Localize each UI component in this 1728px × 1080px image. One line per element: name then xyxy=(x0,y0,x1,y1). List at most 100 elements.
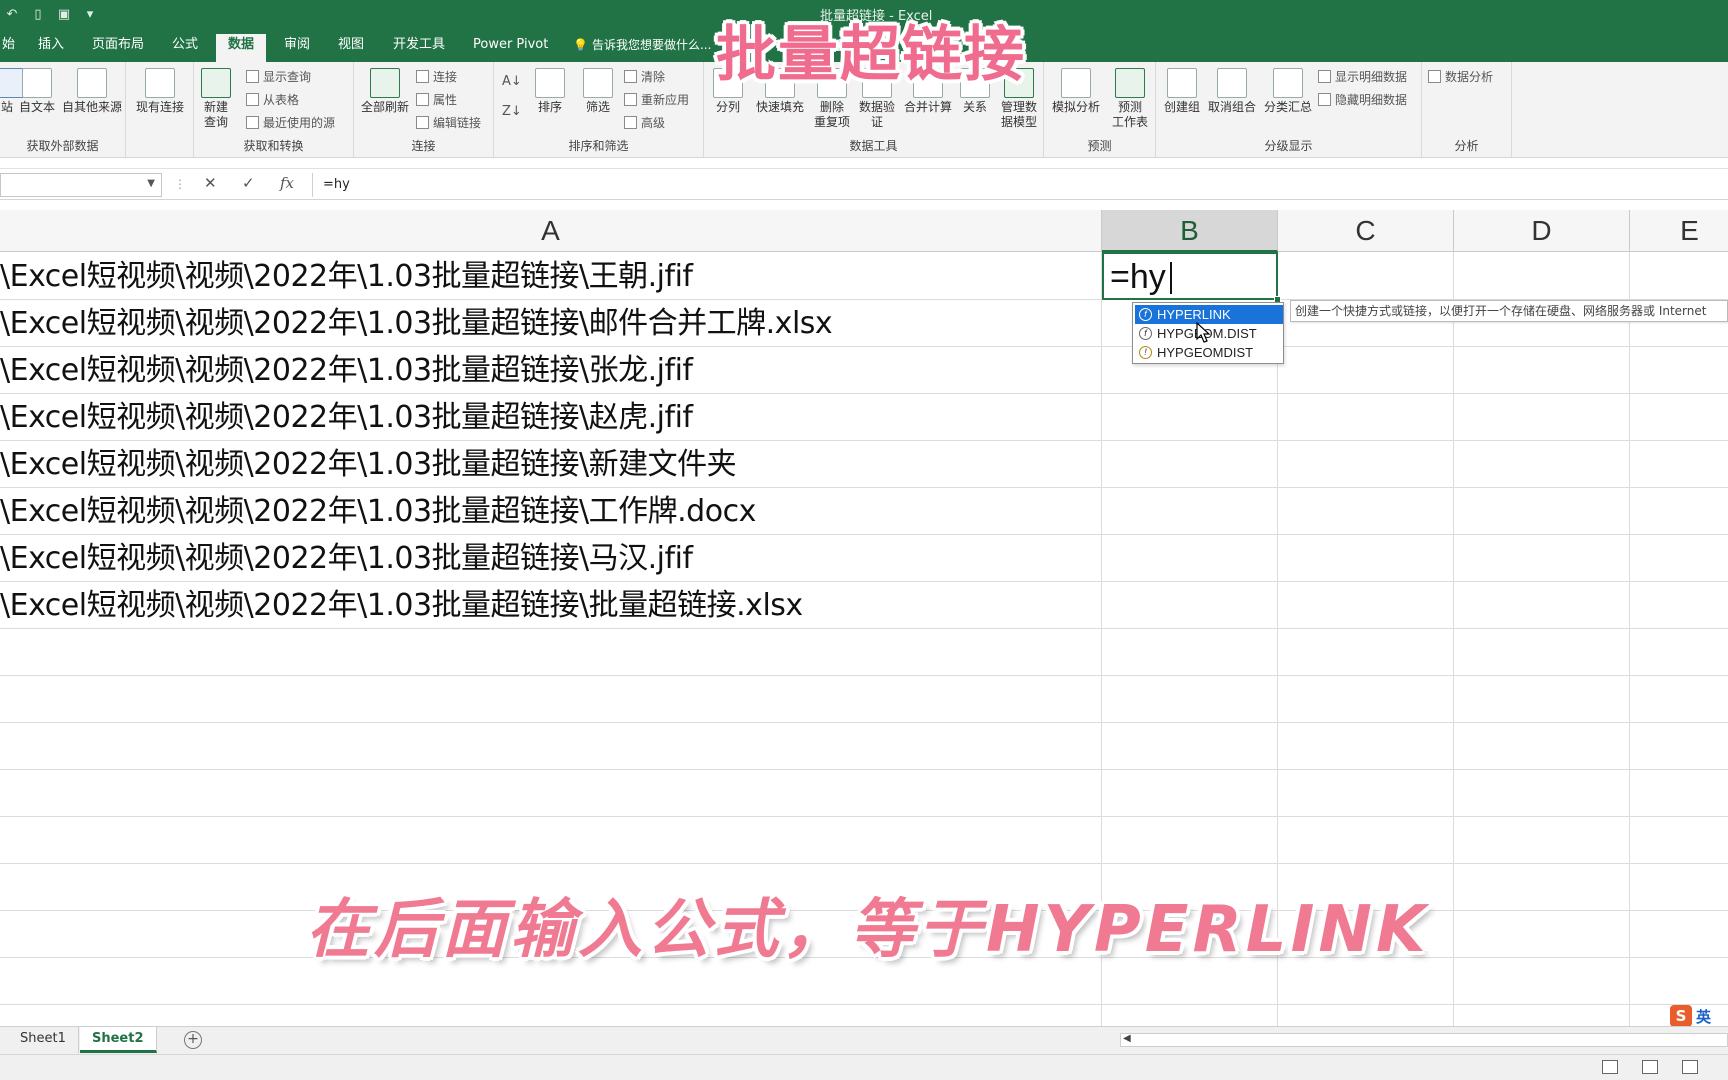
cell-a6[interactable]: \Excel短视频\视频\2022年\1.03批量超链接\工作牌.docx xyxy=(0,489,1100,535)
data-analysis-button[interactable]: 数据分析 xyxy=(1428,68,1493,85)
cell-a3[interactable]: \Excel短视频\视频\2022年\1.03批量超链接\张龙.jfif xyxy=(0,348,1100,394)
tab-view[interactable]: 视图 xyxy=(326,34,376,62)
gridline xyxy=(0,675,1728,676)
group-get-transform: 新建 查询 显示查询 从表格 最近使用的源 获取和转换 xyxy=(194,62,354,158)
ime-indicator[interactable]: S 英 xyxy=(1670,1004,1722,1028)
recent-sources-button[interactable]: 最近使用的源 xyxy=(246,114,335,131)
new-file-icon[interactable]: ▯ xyxy=(30,6,46,22)
existing-connections-button[interactable]: 现有连接 xyxy=(130,68,190,115)
filter-icon xyxy=(583,68,613,98)
chevron-down-icon[interactable]: ▼ xyxy=(147,178,155,189)
tab-power-pivot[interactable]: Power Pivot xyxy=(461,34,560,62)
advanced-filter-icon xyxy=(624,116,637,129)
resize-handle[interactable]: ⋮ xyxy=(174,177,186,191)
edit-links-button[interactable]: 编辑链接 xyxy=(416,114,481,131)
enter-icon[interactable]: ✓ xyxy=(242,174,255,192)
scroll-left-icon[interactable]: ◀ xyxy=(1123,1033,1131,1044)
sheet-tab-sheet2[interactable]: Sheet2 xyxy=(80,1027,157,1053)
function-icon: f xyxy=(1139,308,1152,321)
gridline xyxy=(0,816,1728,817)
properties-button[interactable]: 属性 xyxy=(416,91,457,108)
cell-a2[interactable]: \Excel短视频\视频\2022年\1.03批量超链接\邮件合并工牌.xlsx xyxy=(0,301,1100,347)
connections-icon xyxy=(416,70,429,83)
show-query-icon xyxy=(246,70,259,83)
group-analysis: 数据分析 分析 xyxy=(1422,62,1512,158)
page-layout-view-icon[interactable] xyxy=(1642,1060,1658,1074)
text-caret xyxy=(1170,262,1172,294)
what-if-button[interactable]: 模拟分析 xyxy=(1048,68,1104,115)
cell-a4[interactable]: \Excel短视频\视频\2022年\1.03批量超链接\赵虎.jfif xyxy=(0,395,1100,441)
tell-me-box[interactable]: 💡 告诉我您想要做什么... xyxy=(573,36,711,53)
column-header-a[interactable]: A xyxy=(0,210,1102,252)
show-detail-button[interactable]: 显示明细数据 xyxy=(1318,68,1407,85)
formula-input[interactable]: =hy xyxy=(312,173,1728,197)
subtotal-icon xyxy=(1273,68,1303,98)
what-if-icon xyxy=(1061,68,1091,98)
tab-formulas[interactable]: 公式 xyxy=(160,34,210,62)
sort-desc-button[interactable]: Z↓ xyxy=(502,104,522,119)
clear-button[interactable]: 清除 xyxy=(624,68,665,85)
cancel-icon[interactable]: ✕ xyxy=(204,174,217,192)
tab-review[interactable]: 审阅 xyxy=(272,34,322,62)
tab-start-partial[interactable]: 始 xyxy=(0,34,27,62)
excel-window: ↶ ▯ ▣ ▾ 批量超链接 - Excel 始 插入 页面布局 公式 数据 审阅… xyxy=(0,0,1728,1080)
column-header-d[interactable]: D xyxy=(1454,210,1630,252)
ungroup-icon xyxy=(1217,68,1247,98)
active-cell-b1[interactable]: =hy xyxy=(1102,252,1281,303)
cell-a7[interactable]: \Excel短视频\视频\2022年\1.03批量超链接\马汉.jfif xyxy=(0,536,1100,582)
group-icon xyxy=(1167,68,1197,98)
lightbulb-icon: 💡 xyxy=(573,37,588,52)
show-detail-icon xyxy=(1318,70,1331,83)
group-label: 预测 xyxy=(1087,139,1112,153)
sort-asc-button[interactable]: A↓ xyxy=(502,74,522,89)
gridline xyxy=(0,769,1728,770)
refresh-all-button[interactable]: 全部刷新 xyxy=(358,68,412,115)
column-header-e[interactable]: E xyxy=(1630,210,1728,252)
show-query-button[interactable]: 显示查询 xyxy=(246,68,311,85)
column-header-c[interactable]: C xyxy=(1278,210,1454,252)
gridline xyxy=(0,863,1728,864)
subtotal-button[interactable]: 分类汇总 xyxy=(1260,68,1316,115)
tab-page-layout[interactable]: 页面布局 xyxy=(80,34,156,62)
sheet-tab-sheet1[interactable]: Sheet1 xyxy=(8,1027,79,1053)
status-bar xyxy=(0,1054,1728,1080)
group-button[interactable]: 创建组 xyxy=(1160,68,1204,115)
connections-button[interactable]: 连接 xyxy=(416,68,457,85)
column-header-b[interactable]: B xyxy=(1102,210,1278,252)
normal-view-icon[interactable] xyxy=(1602,1060,1618,1074)
forecast-chart-icon xyxy=(1115,68,1145,98)
sort-button[interactable]: 排序 xyxy=(530,68,570,115)
customize-qat-icon[interactable]: ▾ xyxy=(82,6,98,22)
insert-function-icon[interactable]: fx xyxy=(280,174,294,192)
cell-a8[interactable]: \Excel短视频\视频\2022年\1.03批量超链接\批量超链接.xlsx xyxy=(0,583,1100,629)
refresh-icon xyxy=(370,68,400,98)
from-table-button[interactable]: 从表格 xyxy=(246,91,299,108)
add-sheet-icon[interactable]: + xyxy=(184,1031,202,1049)
mouse-pointer-icon xyxy=(1196,322,1211,343)
from-web-button[interactable]: 站 xyxy=(0,68,24,115)
name-box[interactable]: ▼ xyxy=(0,173,162,197)
filter-button[interactable]: 筛选 xyxy=(578,68,618,115)
horizontal-scrollbar[interactable]: ◀ xyxy=(1120,1033,1728,1047)
video-title-caption: 批量超链接 xyxy=(716,20,1026,90)
new-query-button[interactable]: 新建 查询 xyxy=(198,68,234,130)
from-other-button[interactable]: 自其他来源 xyxy=(58,68,126,115)
ungroup-button[interactable]: 取消组合 xyxy=(1204,68,1260,115)
cell-a1[interactable]: \Excel短视频\视频\2022年\1.03批量超链接\王朝.jfif xyxy=(0,254,1100,300)
tab-data[interactable]: 数据 xyxy=(216,34,267,62)
page-break-view-icon[interactable] xyxy=(1682,1060,1698,1074)
group-connections: 全部刷新 连接 属性 编辑链接 连接 xyxy=(354,62,494,158)
cell-a5[interactable]: \Excel短视频\视频\2022年\1.03批量超链接\新建文件夹 xyxy=(0,442,1100,488)
print-preview-icon[interactable]: ▣ xyxy=(56,6,72,22)
reapply-button[interactable]: 重新应用 xyxy=(624,91,689,108)
advanced-button[interactable]: 高级 xyxy=(624,114,665,131)
from-text-button[interactable]: 自文本 xyxy=(18,68,56,115)
forecast-sheet-button[interactable]: 预测 工作表 xyxy=(1108,68,1152,130)
hide-detail-button[interactable]: 隐藏明细数据 xyxy=(1318,91,1407,108)
quick-access-toolbar: ↶ ▯ ▣ ▾ xyxy=(0,4,98,24)
tab-developer[interactable]: 开发工具 xyxy=(381,34,457,62)
undo-icon[interactable]: ↶ xyxy=(4,6,20,22)
existing-connections-icon xyxy=(145,68,175,98)
autocomplete-item-hypgeomdist[interactable]: ! HYPGEOMDIST xyxy=(1135,343,1283,362)
tab-insert[interactable]: 插入 xyxy=(26,34,76,62)
